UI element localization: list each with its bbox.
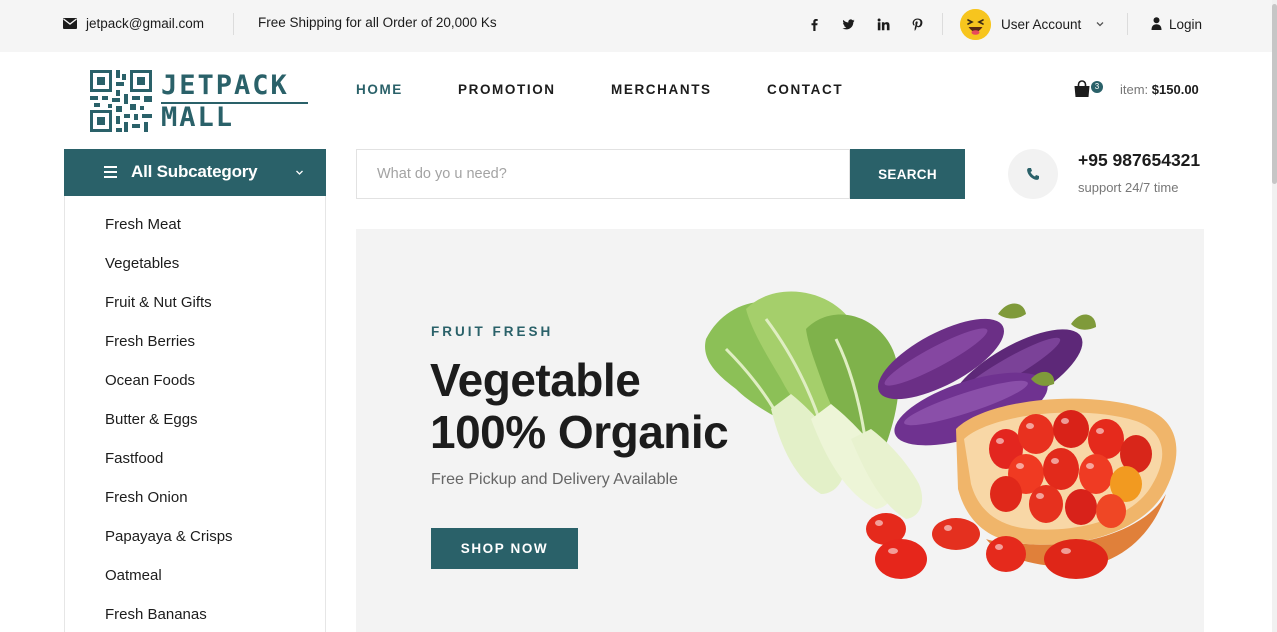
cart-amount: $150.00 bbox=[1151, 82, 1199, 97]
envelope-icon bbox=[63, 17, 77, 29]
hero-title-line: Vegetable bbox=[430, 354, 641, 406]
chevron-down-icon bbox=[296, 170, 303, 175]
hero-title: Vegetable 100% Organic bbox=[430, 354, 729, 458]
phone-badge bbox=[1008, 149, 1058, 199]
logo-text: MALL bbox=[161, 102, 235, 133]
category-item[interactable]: Oatmeal bbox=[105, 567, 162, 584]
email-text: jetpack@gmail.com bbox=[86, 15, 204, 31]
category-title: All Subcategory bbox=[131, 162, 258, 181]
facebook-icon[interactable] bbox=[806, 16, 822, 32]
category-item[interactable]: Papayaya & Crisps bbox=[105, 528, 233, 545]
divider bbox=[233, 13, 234, 35]
all-subcategory-toggle[interactable]: All Subcategory bbox=[64, 149, 326, 196]
vegetables-image bbox=[705, 291, 1177, 579]
pinterest-icon[interactable] bbox=[909, 16, 925, 32]
category-item[interactable]: Fruit & Nut Gifts bbox=[105, 294, 212, 311]
support-note: support 24/7 time bbox=[1078, 180, 1179, 195]
cart-summary[interactable]: item: $150.00 bbox=[1120, 82, 1199, 97]
category-list: Fresh Meat Vegetables Fruit & Nut Gifts … bbox=[64, 196, 326, 632]
logo[interactable]: JETPACK MALL bbox=[90, 70, 310, 132]
scrollbar-thumb[interactable] bbox=[1272, 4, 1277, 184]
hero-kicker: FRUIT FRESH bbox=[431, 324, 554, 339]
category-item[interactable]: Fresh Berries bbox=[105, 333, 195, 350]
category-item[interactable]: Fastfood bbox=[105, 450, 163, 467]
category-item[interactable]: Fresh Meat bbox=[105, 216, 181, 233]
category-item[interactable]: Butter & Eggs bbox=[105, 411, 198, 428]
category-item[interactable]: Fresh Bananas bbox=[105, 606, 207, 623]
category-item[interactable]: Fresh Onion bbox=[105, 489, 188, 506]
phone-icon bbox=[1027, 168, 1039, 180]
user-icon bbox=[1151, 17, 1162, 30]
search-input[interactable] bbox=[356, 149, 850, 199]
divider bbox=[1127, 13, 1128, 35]
shipping-notice: Free Shipping for all Order of 20,000 Ks bbox=[258, 15, 497, 30]
support-phone[interactable]: +95 987654321 bbox=[1078, 150, 1200, 171]
divider bbox=[942, 13, 943, 35]
qr-code-icon bbox=[90, 70, 152, 132]
menu-icon bbox=[104, 166, 117, 178]
nav-home[interactable]: HOME bbox=[356, 82, 403, 97]
logo-text: JETPACK bbox=[161, 70, 289, 101]
category-item[interactable]: Ocean Foods bbox=[105, 372, 195, 389]
nav-merchants[interactable]: MERCHANTS bbox=[611, 82, 712, 97]
nav-promotion[interactable]: PROMOTION bbox=[458, 82, 556, 97]
cart-count-badge: 3 bbox=[1091, 81, 1103, 93]
category-item[interactable]: Vegetables bbox=[105, 255, 179, 272]
user-account-menu[interactable]: User Account bbox=[1001, 17, 1081, 32]
shop-now-button[interactable]: SHOP NOW bbox=[431, 528, 578, 569]
hero-banner: FRUIT FRESH Vegetable 100% Organic Free … bbox=[356, 229, 1204, 632]
avatar[interactable] bbox=[960, 9, 991, 40]
hero-subtitle: Free Pickup and Delivery Available bbox=[431, 471, 678, 488]
laughing-face-icon bbox=[960, 9, 991, 40]
twitter-icon[interactable] bbox=[840, 16, 856, 32]
chevron-down-icon[interactable] bbox=[1095, 19, 1105, 29]
contact-email[interactable]: jetpack@gmail.com bbox=[63, 15, 204, 31]
shopping-bag-icon[interactable] bbox=[1073, 80, 1093, 98]
top-bar: jetpack@gmail.com Free Shipping for all … bbox=[0, 0, 1277, 52]
search-button[interactable]: SEARCH bbox=[850, 149, 965, 199]
cart-label: item: bbox=[1120, 82, 1149, 97]
login-link[interactable]: Login bbox=[1169, 17, 1202, 32]
page-scrollbar[interactable] bbox=[1272, 0, 1277, 632]
linkedin-icon[interactable] bbox=[875, 16, 891, 32]
hero-title-line: 100% Organic bbox=[430, 406, 729, 458]
nav-contact[interactable]: CONTACT bbox=[767, 82, 843, 97]
